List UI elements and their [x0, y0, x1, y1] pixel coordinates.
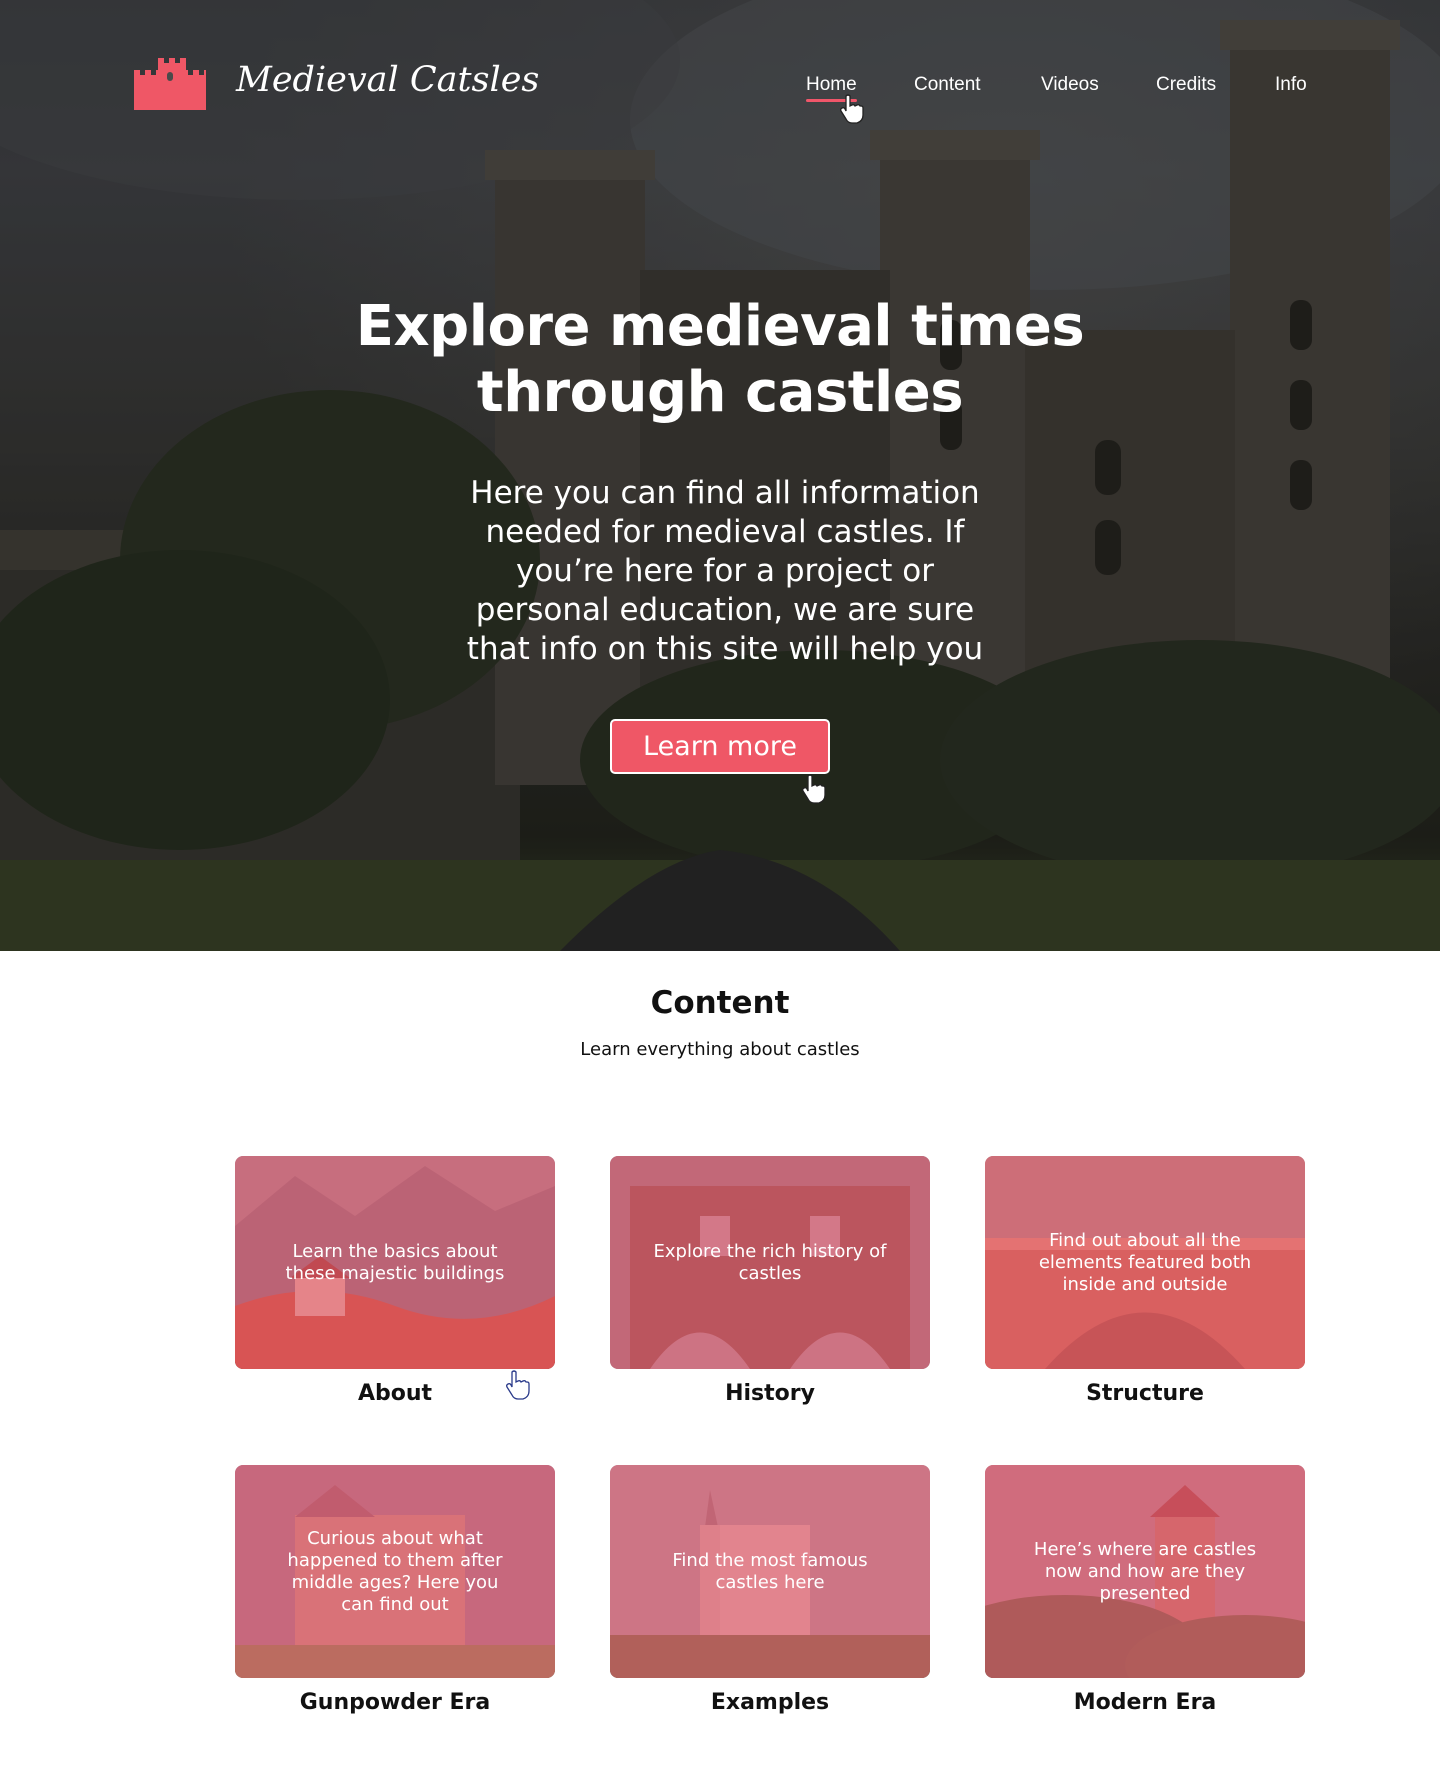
card-structure[interactable]: Find out about all the elements featured… — [985, 1156, 1305, 1369]
card-description: Learn the basics about these majestic bu… — [285, 1240, 505, 1284]
card-title-modern-era[interactable]: Modern Era — [985, 1690, 1305, 1715]
hero-title: Explore medieval times through castles — [0, 294, 1440, 426]
top-navigation-bar: Medieval Catsles Home Content Videos Cre… — [0, 0, 1440, 170]
hand-cursor-icon — [506, 1370, 530, 1400]
nav-videos[interactable]: Videos — [1041, 74, 1099, 96]
hero-title-line-1: Explore medieval times — [355, 294, 1085, 359]
hero-section: Medieval Catsles Home Content Videos Cre… — [0, 0, 1440, 951]
card-description: Explore the rich history of castles — [653, 1240, 887, 1284]
card-history[interactable]: Explore the rich history of castles — [610, 1156, 930, 1369]
card-title-gunpowder-era[interactable]: Gunpowder Era — [235, 1690, 555, 1715]
hand-cursor-icon — [802, 774, 826, 804]
nav-credits[interactable]: Credits — [1156, 74, 1216, 96]
card-description: Curious about what happened to them afte… — [287, 1527, 503, 1615]
card-about[interactable]: Learn the basics about these majestic bu… — [235, 1156, 555, 1369]
card-title-examples[interactable]: Examples — [610, 1690, 930, 1715]
nav-home[interactable]: Home — [806, 74, 857, 102]
brand-name[interactable]: Medieval Catsles — [236, 60, 539, 100]
hand-cursor-icon — [840, 94, 864, 124]
card-title-history[interactable]: History — [610, 1381, 930, 1406]
card-modern-era[interactable]: Here’s where are castles now and how are… — [985, 1465, 1305, 1678]
card-description: Find the most famous castles here — [672, 1549, 868, 1593]
hero-title-line-2: through castles — [476, 360, 964, 425]
content-section-title: Content — [650, 985, 790, 1021]
card-description: Find out about all the elements featured… — [1038, 1229, 1252, 1295]
card-description: Here’s where are castles now and how are… — [1033, 1538, 1257, 1604]
card-title-structure[interactable]: Structure — [985, 1381, 1305, 1406]
nav-info[interactable]: Info — [1275, 74, 1307, 96]
card-examples[interactable]: Find the most famous castles here — [610, 1465, 930, 1678]
hero-subtitle: Here you can find all information needed… — [466, 475, 984, 667]
nav-content[interactable]: Content — [914, 74, 981, 96]
castle-icon[interactable] — [134, 58, 206, 110]
learn-more-button[interactable]: Learn more — [610, 719, 830, 774]
card-gunpowder-era[interactable]: Curious about what happened to them afte… — [235, 1465, 555, 1678]
content-section-subtitle: Learn everything about castles — [580, 1039, 860, 1060]
